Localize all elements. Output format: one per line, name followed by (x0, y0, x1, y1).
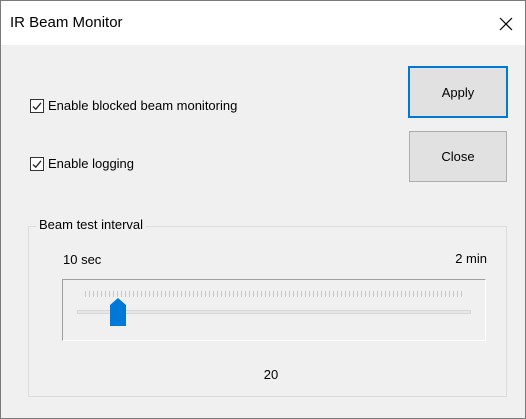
slider-max-label: 2 min (455, 251, 487, 266)
logging-checkbox[interactable] (30, 157, 44, 171)
title-bar: IR Beam Monitor (1, 1, 525, 45)
slider-min-label: 10 sec (63, 252, 102, 267)
apply-button[interactable]: Apply (408, 66, 508, 118)
logging-option[interactable]: Enable logging (30, 154, 134, 174)
slider-thumb[interactable] (110, 298, 127, 326)
slider-track[interactable] (77, 310, 471, 314)
slider-value: 20 (263, 367, 279, 382)
beam-test-interval-label: Beam test interval (36, 217, 147, 233)
checkmark-icon (32, 102, 42, 111)
ir-beam-monitor-dialog: IR Beam Monitor Enable blocked beam moni… (0, 0, 526, 419)
blocked-beam-checkbox[interactable] (30, 99, 44, 113)
blocked-beam-option[interactable]: Enable blocked beam monitoring (30, 96, 237, 116)
window-title: IR Beam Monitor (10, 14, 123, 31)
checkmark-icon (32, 160, 42, 169)
blocked-beam-label[interactable]: Enable blocked beam monitoring (48, 98, 237, 114)
close-button[interactable]: Close (409, 131, 507, 182)
slider-ticks (85, 291, 465, 297)
close-icon[interactable] (495, 13, 517, 35)
logging-label[interactable]: Enable logging (48, 156, 134, 172)
